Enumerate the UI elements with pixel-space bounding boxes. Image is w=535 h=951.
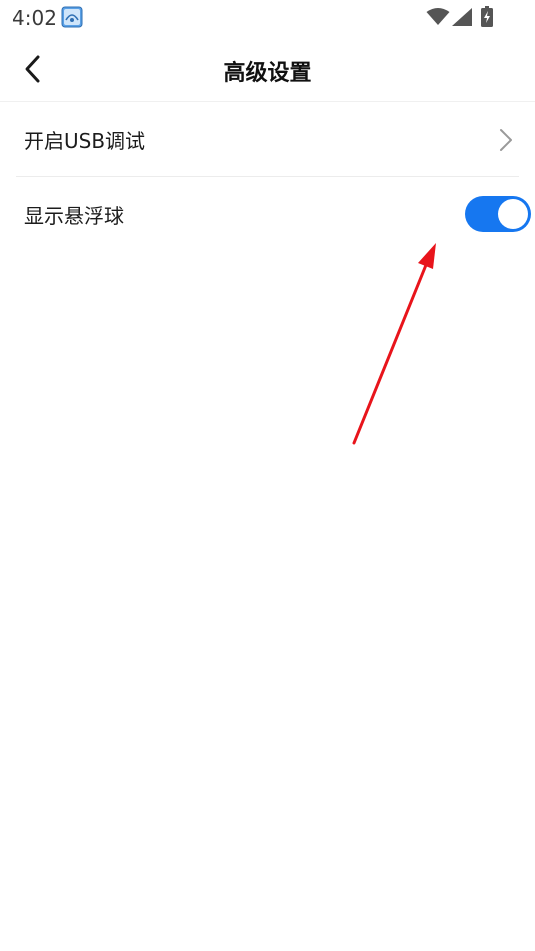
page-title: 高级设置	[223, 61, 312, 86]
app-notification-icon	[61, 6, 83, 28]
wifi-icon	[426, 8, 450, 25]
screen: 4:02 高级设置 开启USB调试 显示悬浮球	[0, 0, 535, 951]
toggle-knob	[498, 199, 528, 229]
battery-charging-icon	[481, 6, 493, 27]
chevron-right-icon	[500, 128, 512, 151]
status-time: 4:02	[12, 6, 57, 30]
usb-debug-row[interactable]: 开启USB调试	[16, 103, 519, 177]
cell-signal-icon	[452, 8, 472, 26]
usb-debug-label: 开启USB调试	[24, 129, 146, 153]
header: 高级设置	[0, 36, 535, 102]
floating-ball-label: 显示悬浮球	[24, 203, 124, 228]
settings-list: 开启USB调试 显示悬浮球	[0, 103, 535, 251]
floating-ball-toggle[interactable]	[465, 196, 531, 232]
status-bar: 4:02	[0, 0, 535, 36]
annotation-arrow-icon	[352, 243, 436, 445]
